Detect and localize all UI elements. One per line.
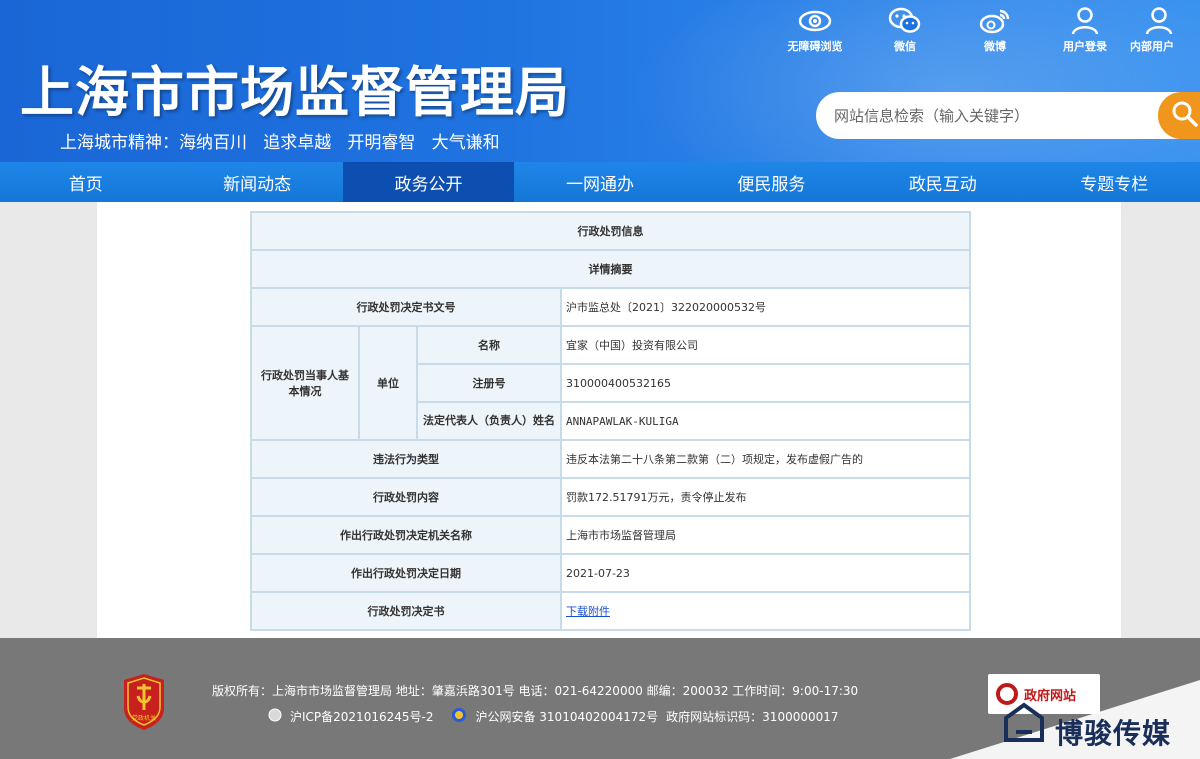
search-box bbox=[816, 92, 1200, 139]
gov-site-id: 政府网站标识码：3100000017 bbox=[666, 710, 839, 724]
search-input[interactable] bbox=[834, 92, 1154, 139]
table-title: 行政处罚信息 bbox=[250, 211, 971, 251]
org-value: 上海市市场监督管理局 bbox=[560, 515, 971, 555]
internal-user-label: 内部用户 bbox=[1130, 40, 1174, 53]
table-row: 作出行政处罚决定机关名称 上海市市场监督管理局 bbox=[250, 515, 971, 555]
search-button[interactable] bbox=[1158, 92, 1200, 139]
accessibility-label: 无障碍浏览 bbox=[787, 40, 843, 53]
unit-label: 单位 bbox=[358, 325, 418, 441]
eye-icon bbox=[798, 6, 832, 36]
weibo-link[interactable]: 微博 bbox=[950, 6, 1040, 54]
party-government-emblem[interactable]: 党政机关 bbox=[120, 674, 168, 734]
nav-news[interactable]: 新闻动态 bbox=[171, 162, 342, 202]
site-header: 上海市市场监督管理局 上海城市精神：海纳百川 追求卓越 开明睿智 大气谦和 无障… bbox=[0, 0, 1200, 162]
content-label: 行政处罚内容 bbox=[250, 477, 562, 517]
gov-badge-icon bbox=[996, 683, 1018, 705]
weibo-label: 微博 bbox=[984, 40, 1006, 53]
table-row: 违法行为类型 违反本法第二十八条第二款第（二）项规定，发布虚假广告的 bbox=[250, 439, 971, 479]
table-row: 行政处罚信息 bbox=[250, 211, 971, 251]
user-login-label: 用户登录 bbox=[1063, 40, 1107, 53]
table-subtitle: 详情摘要 bbox=[250, 249, 971, 289]
nav-government-affairs[interactable]: 政务公开 bbox=[342, 162, 515, 202]
top-links: 无障碍浏览 微信 微博 用户登录 内部用户 bbox=[770, 6, 1200, 54]
table-row: 行政处罚当事人基本情况 单位 名称 宜家（中国）投资有限公司 bbox=[250, 325, 971, 441]
name-value: 宜家（中国）投资有限公司 bbox=[560, 325, 971, 365]
wechat-label: 微信 bbox=[894, 40, 916, 53]
user-icon bbox=[1142, 6, 1176, 36]
weibo-icon bbox=[978, 6, 1012, 36]
gov-website-badge[interactable]: 政府网站 bbox=[988, 674, 1100, 714]
nav-interaction[interactable]: 政民互动 bbox=[857, 162, 1028, 202]
decision-cell: 下载附件 bbox=[560, 591, 971, 631]
svg-text:党政机关: 党政机关 bbox=[132, 714, 156, 722]
site-title[interactable]: 上海市市场监督管理局 bbox=[20, 48, 570, 127]
table-row: 行政处罚决定书文号 沪市监总处〔2021〕322020000532号 bbox=[250, 287, 971, 327]
city-slogan: 上海城市精神：海纳百川 追求卓越 开明睿智 大气谦和 bbox=[60, 133, 500, 153]
doc-no-value: 沪市监总处〔2021〕322020000532号 bbox=[560, 287, 971, 327]
table-row: 作出行政处罚决定日期 2021-07-23 bbox=[250, 553, 971, 593]
nav-online-services[interactable]: 一网通办 bbox=[514, 162, 685, 202]
reg-label: 注册号 bbox=[416, 363, 562, 403]
violation-value: 违反本法第二十八条第二款第（二）项规定，发布虚假广告的 bbox=[560, 439, 971, 479]
search-icon bbox=[1170, 99, 1200, 133]
name-label: 名称 bbox=[416, 325, 562, 365]
date-label: 作出行政处罚决定日期 bbox=[250, 553, 562, 593]
nav-home[interactable]: 首页 bbox=[0, 162, 171, 202]
rep-label: 法定代表人（负责人）姓名 bbox=[416, 401, 562, 441]
gov-badge-label: 政府网站 bbox=[1024, 688, 1077, 704]
rep-value: ANNAPAWLAK-KULIGA bbox=[560, 401, 971, 441]
download-attachment-link[interactable]: 下载附件 bbox=[566, 605, 610, 618]
wechat-link[interactable]: 微信 bbox=[860, 6, 950, 54]
reg-value: 310000400532165 bbox=[560, 363, 971, 403]
violation-label: 违法行为类型 bbox=[250, 439, 562, 479]
footer-registrations: 沪ICP备2021016245号-2 沪公网安备 31010402004172号… bbox=[268, 707, 847, 726]
main-nav: 首页 新闻动态 政务公开 一网通办 便民服务 政民互动 专题专栏 bbox=[0, 162, 1200, 202]
police-badge-icon bbox=[451, 707, 467, 726]
watermark-text: 博骏传媒 bbox=[1055, 717, 1172, 750]
wechat-icon bbox=[888, 6, 922, 36]
party-label: 行政处罚当事人基本情况 bbox=[250, 325, 360, 441]
date-value: 2021-07-23 bbox=[560, 553, 971, 593]
doc-no-label: 行政处罚决定书文号 bbox=[250, 287, 562, 327]
icp-number[interactable]: 沪ICP备2021016245号-2 bbox=[290, 708, 433, 725]
table-row: 行政处罚决定书 下载附件 bbox=[250, 591, 971, 631]
footer-copyright: 版权所有：上海市市场监督管理局 地址：肇嘉浜路301号 电话：021-64220… bbox=[212, 684, 859, 698]
internal-user-link[interactable]: 内部用户 bbox=[1130, 6, 1200, 54]
content-value: 罚款172.51791万元，责令停止发布 bbox=[560, 477, 971, 517]
accessibility-link[interactable]: 无障碍浏览 bbox=[770, 6, 860, 54]
decision-label: 行政处罚决定书 bbox=[250, 591, 562, 631]
site-footer: 党政机关 版权所有：上海市市场监督管理局 地址：肇嘉浜路301号 电话：021-… bbox=[0, 638, 1200, 759]
table-row: 详情摘要 bbox=[250, 249, 971, 289]
nav-special-topics[interactable]: 专题专栏 bbox=[1029, 162, 1200, 202]
penalty-info-table: 行政处罚信息 详情摘要 行政处罚决定书文号 沪市监总处〔2021〕3220200… bbox=[250, 211, 971, 631]
user-icon bbox=[1068, 6, 1102, 36]
police-record[interactable]: 沪公网安备 31010402004172号 bbox=[475, 708, 658, 725]
icp-icon bbox=[268, 708, 282, 725]
org-label: 作出行政处罚决定机关名称 bbox=[250, 515, 562, 555]
table-row: 行政处罚内容 罚款172.51791万元，责令停止发布 bbox=[250, 477, 971, 517]
user-login-link[interactable]: 用户登录 bbox=[1040, 6, 1130, 54]
nav-public-services[interactable]: 便民服务 bbox=[686, 162, 857, 202]
